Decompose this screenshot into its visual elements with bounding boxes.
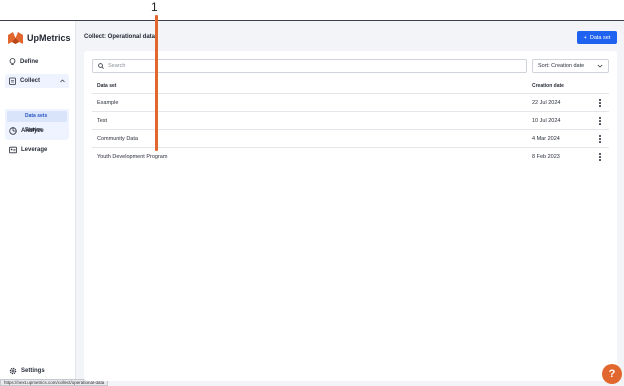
- upmetrics-logo-icon: [8, 32, 23, 44]
- column-header-data-set[interactable]: Data set: [97, 83, 116, 89]
- chevron-up-icon[interactable]: [60, 79, 65, 83]
- annotation-number: 1: [151, 0, 158, 14]
- sidebar-item-collect[interactable]: Collect: [5, 74, 69, 88]
- data-set-name[interactable]: Community Data: [97, 136, 138, 142]
- row-menu-icon[interactable]: [597, 152, 603, 162]
- sidebar-item-settings[interactable]: Settings: [5, 364, 69, 378]
- sidebar-item-label: Collect: [20, 78, 41, 84]
- row-menu-icon[interactable]: [597, 98, 603, 108]
- table-row[interactable]: Example 22 Jul 2024: [92, 93, 609, 111]
- sort-label: Sort: Creation date: [538, 63, 585, 69]
- add-data-set-label: Data set: [589, 34, 611, 41]
- brand-name: UpMetrics: [27, 33, 71, 43]
- sidebar-item-data-sets[interactable]: Data sets: [7, 111, 67, 122]
- data-set-name[interactable]: Test: [97, 118, 107, 124]
- creation-date: 4 Mar 2024: [532, 136, 560, 142]
- add-data-set-button[interactable]: + Data set: [577, 31, 617, 44]
- gear-icon: [9, 367, 17, 375]
- clipboard-icon: [9, 77, 16, 85]
- plus-icon: +: [583, 34, 587, 41]
- creation-date: 8 Feb 2023: [532, 154, 560, 160]
- annotation-line: [155, 15, 158, 151]
- sidebar-item-label: Leverage: [21, 147, 48, 153]
- sort-dropdown[interactable]: Sort: Creation date: [532, 59, 609, 73]
- row-menu-icon[interactable]: [597, 134, 603, 144]
- creation-date: 22 Jul 2024: [532, 100, 561, 106]
- page-title: Collect: Operational data: [84, 34, 156, 40]
- sidebar-item-label: Define: [20, 59, 39, 65]
- data-sets-card: Sort: Creation date Data set Creation da…: [84, 51, 617, 381]
- sidebar-item-leverage[interactable]: Leverage: [5, 143, 69, 157]
- table-row[interactable]: Community Data 4 Mar 2024: [92, 129, 609, 147]
- sidebar-item-label: Settings: [21, 368, 45, 374]
- sidebar: UpMetrics Define Collect Data sets Stori…: [0, 21, 76, 386]
- data-set-name[interactable]: Example: [97, 100, 118, 106]
- pie-icon: [9, 127, 17, 135]
- table-row[interactable]: Test 10 Jul 2024: [92, 111, 609, 129]
- column-header-creation-date[interactable]: Creation date: [532, 83, 564, 89]
- search-icon: [98, 63, 104, 69]
- row-menu-icon[interactable]: [597, 116, 603, 126]
- id-card-icon: [9, 146, 17, 154]
- bulb-icon: [9, 58, 16, 65]
- sidebar-item-label: Analyze: [21, 128, 44, 134]
- chevron-down-icon: [597, 64, 603, 68]
- table-row[interactable]: Youth Development Program 8 Feb 2023: [92, 147, 609, 165]
- creation-date: 10 Jul 2024: [532, 118, 561, 124]
- sidebar-item-define[interactable]: Define: [5, 55, 69, 69]
- brand-logo[interactable]: UpMetrics: [8, 32, 71, 44]
- search-input[interactable]: [108, 63, 408, 69]
- data-set-name[interactable]: Youth Development Program: [97, 154, 167, 160]
- sidebar-item-analyze[interactable]: Analyze: [5, 124, 69, 138]
- help-button[interactable]: ?: [602, 364, 622, 384]
